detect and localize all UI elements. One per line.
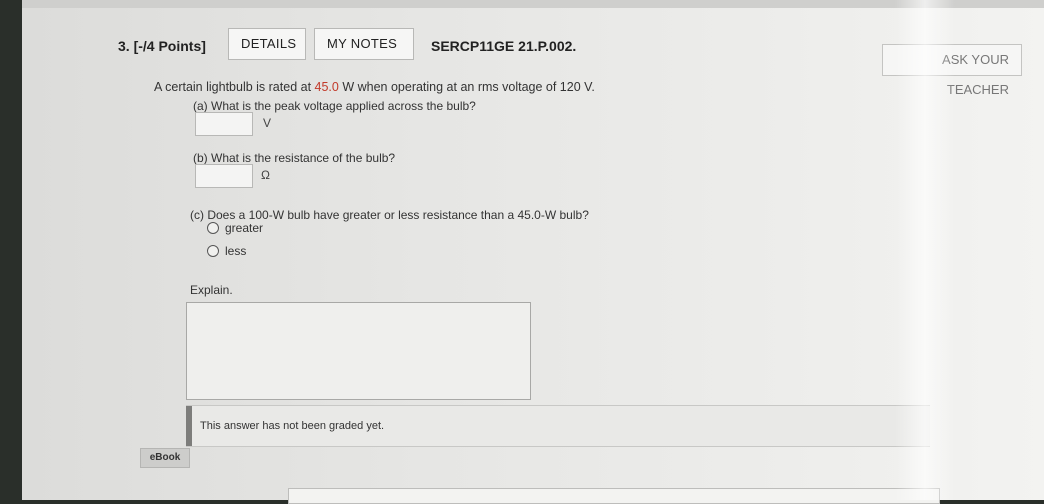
part-a-input[interactable] (195, 112, 253, 136)
monitor-screen: 3. [-/4 Points] DETAILS MY NOTES SERCP11… (22, 0, 1044, 504)
details-button[interactable]: DETAILS (228, 28, 306, 60)
explain-textarea[interactable] (186, 302, 531, 400)
question-number-points: 3. [-/4 Points] (118, 38, 206, 54)
grading-note-text: This answer has not been graded yet. (200, 420, 385, 432)
explain-label: Explain. (190, 283, 233, 297)
note-bar (186, 406, 192, 446)
radio-label-greater: greater (225, 221, 264, 235)
next-question-field (288, 488, 940, 504)
problem-code: SERCP11GE 21.P.002. (431, 38, 577, 54)
question-header: 3. [-/4 Points] DETAILS MY NOTES SERCP11… (118, 28, 1038, 97)
part-a-text: (a) What is the peak voltage applied acr… (193, 99, 476, 113)
part-b-unit: Ω (261, 168, 270, 182)
prompt-rated-value: 45.0 (314, 80, 339, 94)
part-a-unit: V (263, 116, 272, 130)
ask-your-teacher-button[interactable]: ASK YOUR TEACHER (882, 44, 1022, 97)
top-edge (22, 0, 1044, 8)
radio-less[interactable] (207, 245, 219, 257)
radio-label-less: less (225, 244, 247, 258)
prompt-after: W when operating at an rms voltage of 12… (338, 80, 595, 94)
grading-note: This answer has not been graded yet. (186, 405, 930, 447)
my-notes-button[interactable]: MY NOTES (314, 28, 414, 60)
ebook-button[interactable]: eBook (140, 448, 190, 468)
part-c-text: (c) Does a 100-W bulb have greater or le… (190, 208, 589, 222)
part-b-text: (b) What is the resistance of the bulb? (193, 151, 396, 165)
question-prompt: A certain lightbulb is rated at 45.0 W w… (154, 80, 595, 94)
radio-greater[interactable] (207, 222, 219, 234)
part-b-input[interactable] (195, 164, 253, 188)
prompt-before: A certain lightbulb is rated at (154, 80, 315, 94)
